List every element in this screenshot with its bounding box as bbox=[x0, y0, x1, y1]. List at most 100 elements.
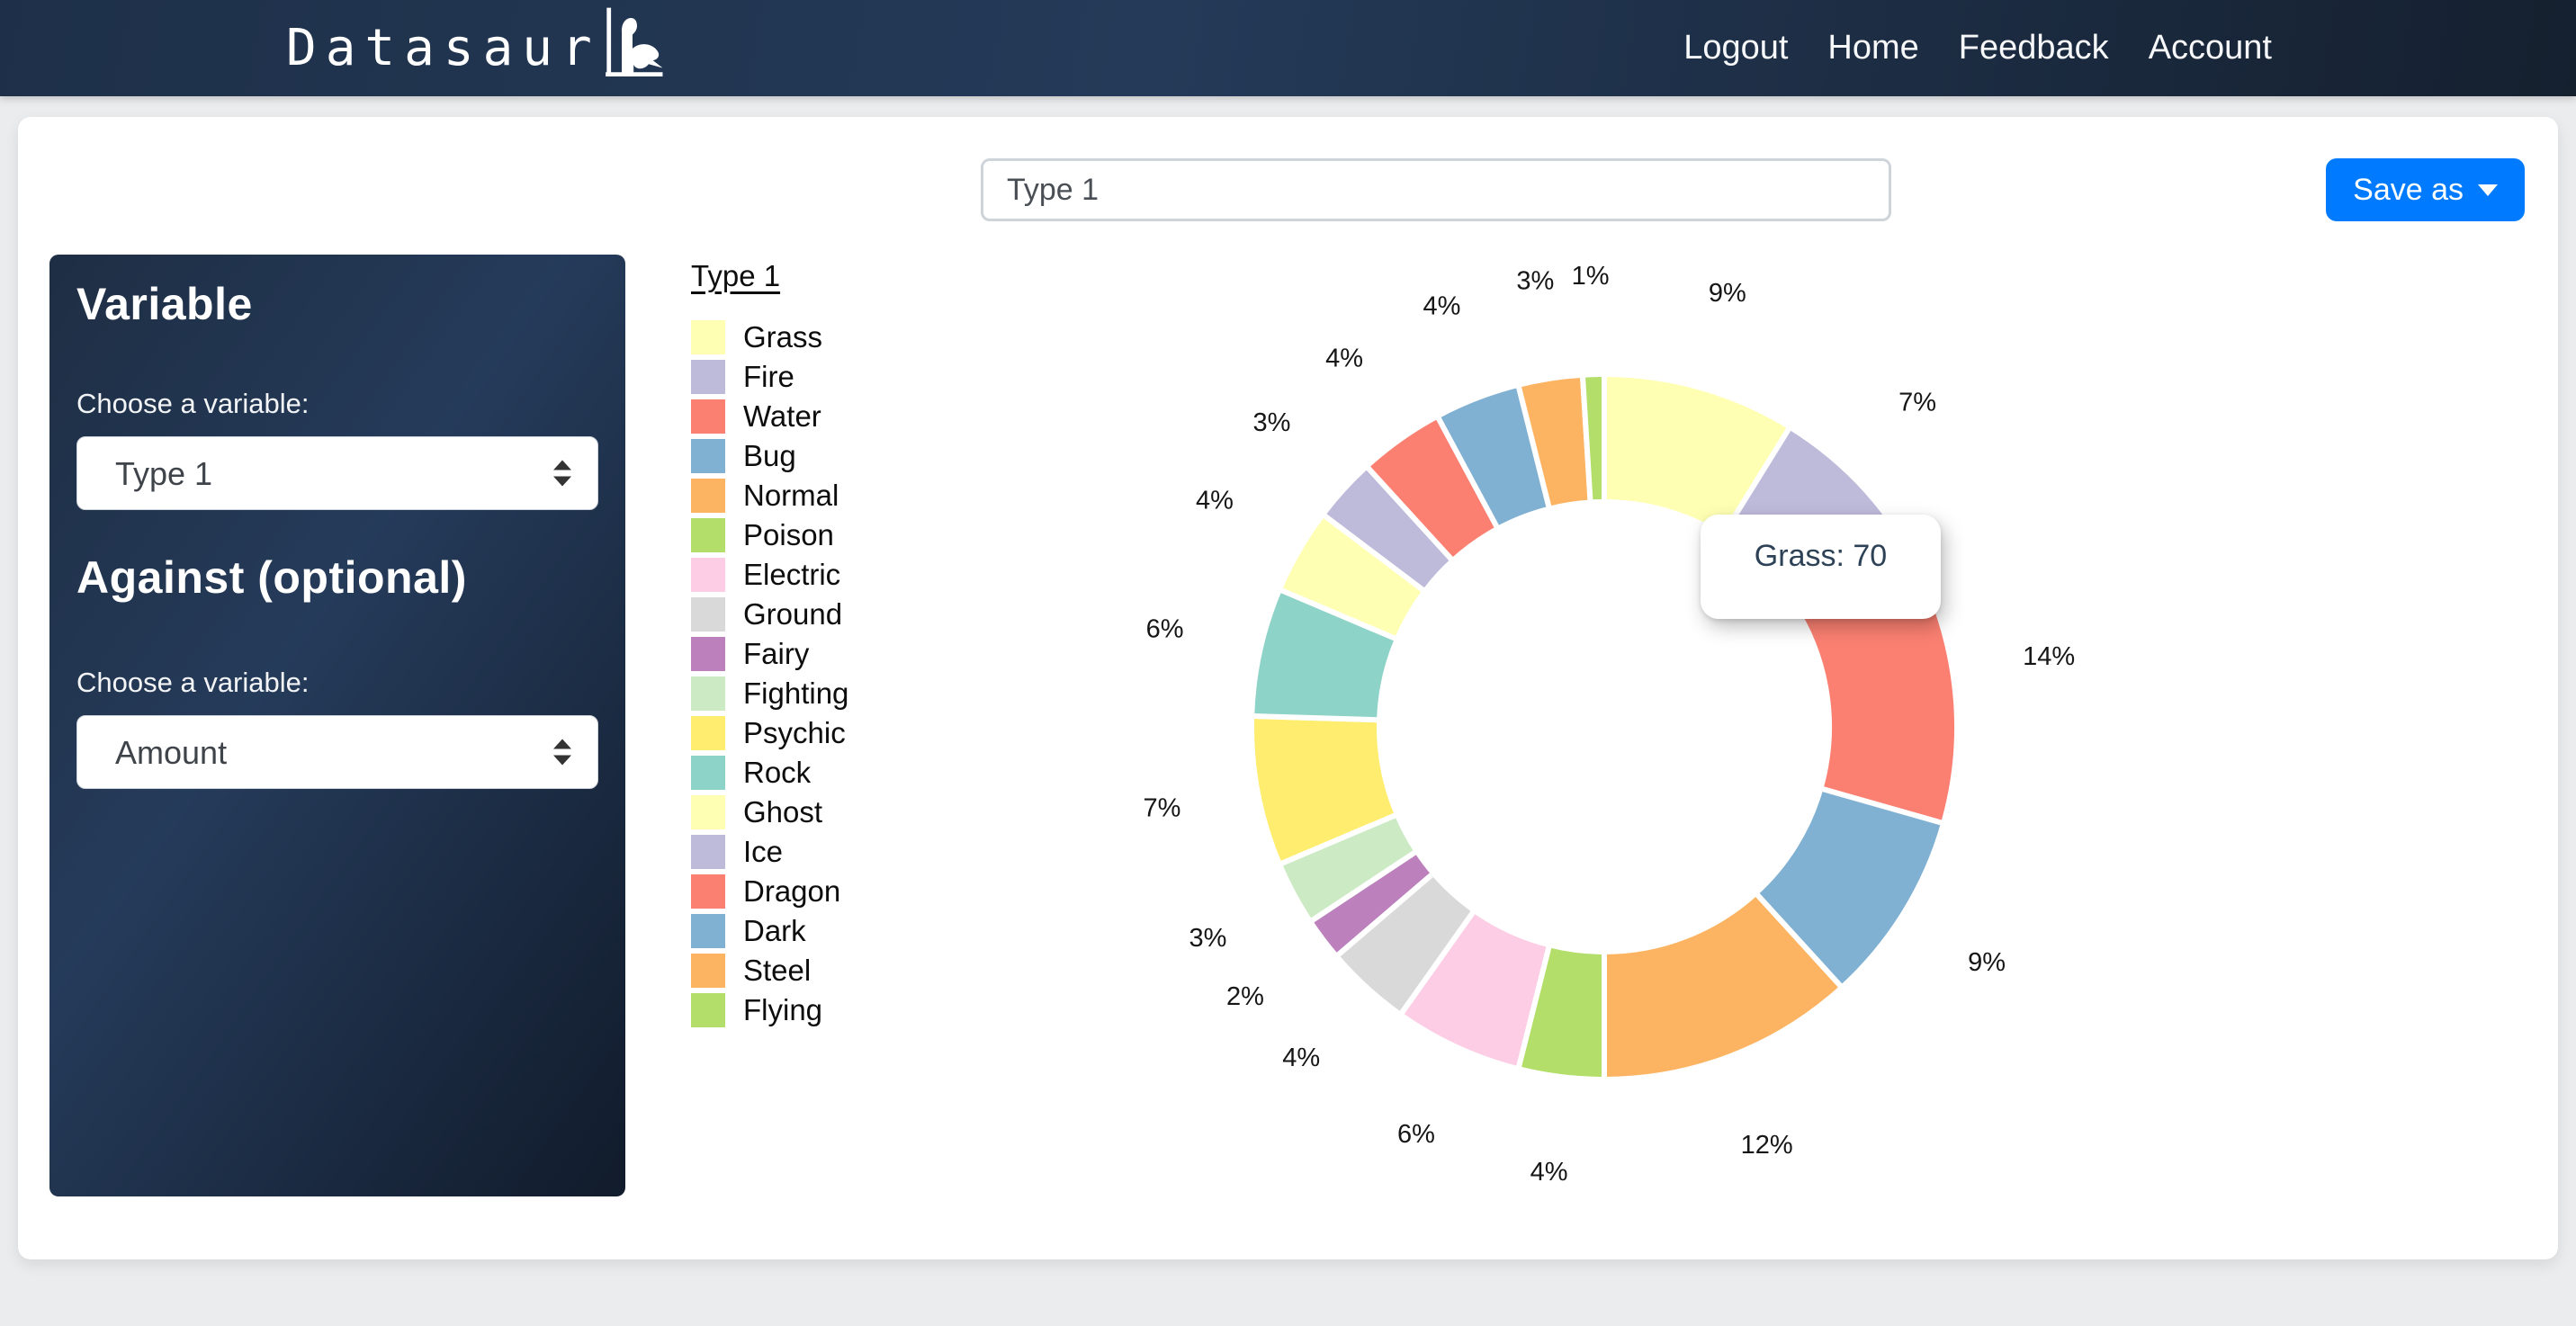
nav-link-home[interactable]: Home bbox=[1827, 29, 1918, 67]
legend-swatch bbox=[691, 835, 725, 869]
legend-item-fairy[interactable]: Fairy bbox=[691, 637, 848, 671]
nav-link-logout[interactable]: Logout bbox=[1683, 29, 1788, 67]
variable-select-wrap: Type 1 bbox=[76, 436, 598, 510]
legend-swatch bbox=[691, 558, 725, 592]
against-select[interactable]: Amount bbox=[76, 715, 598, 789]
against-heading: Against (optional) bbox=[76, 552, 467, 603]
legend-swatch bbox=[691, 597, 725, 632]
legend-label: Ice bbox=[743, 835, 784, 868]
legend-label: Poison bbox=[743, 518, 834, 551]
legend-item-flying[interactable]: Flying bbox=[691, 993, 848, 1027]
brand[interactable]: Datasaur bbox=[286, 0, 668, 96]
percent-label-rock: 6% bbox=[1146, 615, 1184, 644]
legend-swatch bbox=[691, 795, 725, 829]
legend-item-electric[interactable]: Electric bbox=[691, 558, 848, 592]
legend-label: Water bbox=[743, 399, 821, 433]
caret-down-icon bbox=[2478, 184, 2498, 196]
save-as-button[interactable]: Save as bbox=[2326, 158, 2525, 221]
legend-label: Flying bbox=[743, 993, 823, 1026]
legend-item-water[interactable]: Water bbox=[691, 399, 848, 434]
variable-select-label: Choose a variable: bbox=[76, 388, 310, 419]
percent-label-fighting: 3% bbox=[1189, 924, 1227, 953]
legend-swatch bbox=[691, 360, 725, 394]
legend-swatch bbox=[691, 439, 725, 473]
legend-label: Fighting bbox=[743, 676, 849, 710]
brand-name: Datasaur bbox=[286, 19, 601, 77]
legend-item-normal[interactable]: Normal bbox=[691, 479, 848, 513]
legend-item-rock[interactable]: Rock bbox=[691, 756, 848, 790]
percent-label-ghost: 4% bbox=[1196, 487, 1234, 515]
chart-title: Type 1 bbox=[691, 259, 781, 292]
legend-item-steel[interactable]: Steel bbox=[691, 954, 848, 988]
legend-swatch bbox=[691, 320, 725, 354]
legend-swatch bbox=[691, 716, 725, 750]
legend-item-ice[interactable]: Ice bbox=[691, 835, 848, 869]
percent-label-poison: 4% bbox=[1530, 1158, 1568, 1187]
chart-tooltip: Grass: 70 bbox=[1701, 515, 1941, 619]
legend-label: Dragon bbox=[743, 874, 841, 908]
legend-item-ghost[interactable]: Ghost bbox=[691, 795, 848, 829]
top-navbar: Datasaur Logout Home Feedback Account bbox=[0, 0, 2576, 96]
legend-swatch bbox=[691, 676, 725, 711]
legend-swatch bbox=[691, 914, 725, 948]
legend-item-grass[interactable]: Grass bbox=[691, 320, 848, 354]
percent-label-dark: 4% bbox=[1423, 291, 1460, 320]
nav-link-account[interactable]: Account bbox=[2149, 29, 2272, 67]
chart-legend: Grass Fire Water Bug Normal Poison Electric Gro… bbox=[691, 320, 848, 1033]
percent-label-steel: 3% bbox=[1516, 267, 1554, 296]
legend-swatch bbox=[691, 479, 725, 513]
percent-label-fairy: 2% bbox=[1226, 982, 1264, 1011]
percent-label-electric: 6% bbox=[1397, 1120, 1435, 1149]
legend-label: Ghost bbox=[743, 795, 823, 829]
chart-tooltip-text: Grass: 70 bbox=[1754, 539, 1888, 573]
percent-label-grass: 9% bbox=[1709, 279, 1746, 308]
percent-label-ice: 3% bbox=[1253, 408, 1291, 437]
save-as-label: Save as bbox=[2353, 172, 2464, 207]
legend-swatch bbox=[691, 637, 725, 671]
percent-label-bug: 9% bbox=[1968, 948, 2006, 977]
variable-panel: Variable Choose a variable: Type 1 Again… bbox=[49, 255, 625, 1196]
legend-label: Normal bbox=[743, 479, 839, 512]
legend-label: Fire bbox=[743, 360, 794, 393]
legend-swatch bbox=[691, 518, 725, 552]
legend-swatch bbox=[691, 399, 725, 434]
percent-label-water: 14% bbox=[2023, 642, 2075, 671]
datasaur-dino-logo-icon bbox=[597, 4, 668, 86]
legend-label: Bug bbox=[743, 439, 796, 472]
legend-label: Dark bbox=[743, 914, 806, 947]
page: { "header": { "brand": "Datasaur", "nav"… bbox=[0, 0, 2576, 1326]
legend-item-poison[interactable]: Poison bbox=[691, 518, 848, 552]
legend-label: Electric bbox=[743, 558, 841, 591]
percent-label-flying: 1% bbox=[1572, 262, 1610, 291]
legend-label: Fairy bbox=[743, 637, 810, 670]
percent-label-ground: 4% bbox=[1282, 1044, 1320, 1072]
percent-label-normal: 12% bbox=[1741, 1131, 1793, 1160]
legend-label: Steel bbox=[743, 954, 812, 987]
against-select-wrap: Amount bbox=[76, 715, 598, 789]
legend-item-dragon[interactable]: Dragon bbox=[691, 874, 848, 909]
legend-label: Psychic bbox=[743, 716, 846, 749]
legend-item-psychic[interactable]: Psychic bbox=[691, 716, 848, 750]
legend-label: Grass bbox=[743, 320, 823, 354]
chart-name-input[interactable] bbox=[981, 158, 1891, 221]
variable-select[interactable]: Type 1 bbox=[76, 436, 598, 510]
legend-label: Rock bbox=[743, 756, 812, 789]
nav-link-feedback[interactable]: Feedback bbox=[1959, 29, 2109, 67]
legend-swatch bbox=[691, 756, 725, 790]
percent-label-fire: 7% bbox=[1898, 389, 1936, 417]
legend-label: Ground bbox=[743, 597, 843, 631]
donut-chart: 9% 7% 14% 9% 12% 4% 6% 4% 2% 3% 7% 6% 4% 3% 4% 4% 3% 1% bbox=[1144, 262, 2076, 1187]
variable-heading: Variable bbox=[76, 279, 253, 329]
legend-swatch bbox=[691, 993, 725, 1027]
legend-item-dark[interactable]: Dark bbox=[691, 914, 848, 948]
percent-label-psychic: 7% bbox=[1144, 794, 1181, 823]
percent-label-dragon: 4% bbox=[1325, 345, 1363, 373]
legend-item-ground[interactable]: Ground bbox=[691, 597, 848, 632]
main-card: Save as Variable Choose a variable: Type… bbox=[18, 117, 2558, 1259]
legend-swatch bbox=[691, 954, 725, 988]
legend-item-fire[interactable]: Fire bbox=[691, 360, 848, 394]
legend-item-bug[interactable]: Bug bbox=[691, 439, 848, 473]
legend-swatch bbox=[691, 874, 725, 909]
legend-item-fighting[interactable]: Fighting bbox=[691, 676, 848, 711]
nav-links: Logout Home Feedback Account bbox=[1683, 0, 2272, 96]
